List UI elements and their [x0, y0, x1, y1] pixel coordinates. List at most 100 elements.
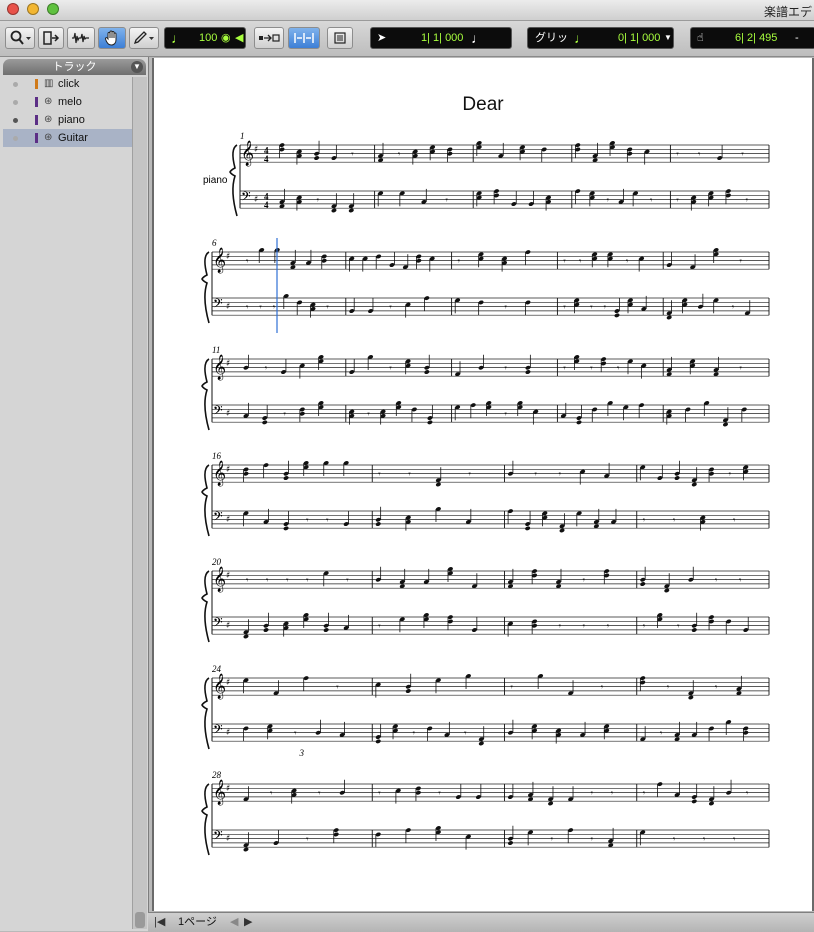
grid-note-icon: ♩	[574, 30, 588, 46]
instrument-track-icon: ⊛	[44, 132, 53, 143]
note-head	[348, 208, 354, 213]
bass-clef: 𝄢	[241, 189, 251, 207]
rest: 𝄾	[505, 303, 508, 313]
note-head	[243, 847, 249, 852]
note-head	[664, 588, 670, 593]
rest: 𝄾	[468, 470, 471, 480]
rest: 𝄾	[389, 303, 392, 313]
rest: 𝄾	[306, 835, 309, 845]
key-signature-sharp: ♯	[226, 571, 230, 581]
pencil-tool-button[interactable]	[129, 27, 159, 49]
score-page[interactable]: Dear 1 piano 𝄞 ♯ 𝄢 ♯ 4 4 4 4 𝄾 𝄾 𝄾 𝄾 𝄾 𝄾 𝄾 𝄾 𝄾 𝄾 𝄾 6 𝄞 ♯ 𝄢 ♯ 𝄾 𝄾 𝄾 𝄾 𝄾…	[152, 58, 812, 911]
rest: 𝄾	[703, 835, 706, 845]
next-page-icon[interactable]: ▶	[244, 913, 252, 931]
spacing-tool-button[interactable]	[288, 27, 320, 49]
note-head	[525, 370, 531, 375]
note-head	[559, 528, 565, 533]
bass-clef: 𝄢	[213, 828, 223, 846]
note-head	[525, 526, 531, 531]
prev-page-icon[interactable]: ◀	[230, 913, 238, 931]
tempo-display[interactable]: ♩ 100 ◉ ◀	[164, 27, 246, 49]
bass-clef: 𝄢	[213, 296, 223, 314]
note-head	[283, 476, 289, 481]
measure-number: 1	[240, 131, 245, 141]
rest: 𝄾	[626, 257, 629, 267]
rest: 𝄾	[286, 576, 289, 586]
track-color-bar	[35, 97, 38, 107]
grabber-tool-button[interactable]	[98, 27, 126, 49]
eighth-note-icon: ♩	[471, 30, 485, 46]
zoom-tool-button[interactable]	[5, 27, 35, 49]
key-signature-sharp: ♯	[226, 302, 230, 312]
bass-clef: 𝄢	[213, 615, 223, 633]
record-enable-indicator[interactable]	[13, 118, 18, 123]
link-selection-button[interactable]	[254, 27, 284, 49]
instrument-label: piano	[203, 175, 228, 186]
track-item-click[interactable]: ▥ click	[3, 75, 132, 93]
score-notation[interactable]: 1piano𝄞 ♯𝄢 ♯4444𝄾𝄾𝄾𝄾 𝄾 𝄾𝄾 𝄾 𝄾𝄾 𝄾6𝄞 ♯𝄢 ♯𝄾𝄾 𝄾 𝄾 𝄾 𝄾𝄾𝄾𝄾 𝄾…	[154, 58, 812, 911]
rest: 𝄾	[378, 470, 381, 480]
trim-tool-button[interactable]	[38, 27, 64, 49]
magnifier-icon	[10, 30, 31, 45]
note-head	[722, 422, 729, 427]
rest: 𝄾	[677, 622, 680, 632]
measure-number: 28	[212, 770, 222, 780]
time-signature-bottom: 4	[264, 200, 269, 210]
note-head	[243, 634, 249, 639]
status-bar: |◀ 1ページ ◀ ▶	[148, 912, 814, 932]
grand-staff-brace	[201, 251, 210, 324]
grand-staff-brace	[201, 677, 210, 750]
note-head	[375, 522, 381, 527]
track-item-melo[interactable]: ⊛ melo	[3, 93, 132, 111]
window-titlebar: 楽譜エデ	[0, 0, 814, 21]
list-view-button[interactable]	[327, 27, 353, 49]
track-list-menu-button[interactable]: ▼	[131, 61, 143, 73]
rest: 𝄾	[367, 410, 370, 420]
rest: 𝄾	[590, 303, 593, 313]
record-enable-indicator[interactable]	[13, 82, 18, 87]
rest: 𝄾	[676, 196, 679, 206]
rest: 𝄾	[746, 196, 749, 206]
key-signature-sharp: ♯	[226, 621, 230, 631]
note-head	[331, 208, 337, 213]
track-list-panel: トラック ▼ ▥ click ⊛ melo ⊛ piano ⊛ Guitar	[0, 57, 149, 931]
zoom-window-button[interactable]	[47, 3, 59, 15]
main-counter-display[interactable]: ➤ 1| 1| 000 ♩	[370, 27, 512, 49]
cursor-position-display[interactable]: ☝ 6| 2| 495 -	[690, 27, 814, 49]
rest: 𝄾	[611, 789, 614, 799]
treble-clef: 𝄞	[213, 779, 226, 805]
rest: 𝄾	[715, 576, 718, 586]
track-color-bar	[35, 133, 38, 143]
track-item-piano[interactable]: ⊛ piano	[3, 111, 132, 129]
bass-clef: 𝄢	[213, 509, 223, 527]
grid-selector[interactable]: グリッ ♩ 0| 1| 000 ▼	[527, 27, 674, 49]
rest: 𝄾	[563, 364, 566, 374]
note-head	[262, 420, 268, 425]
spacing-icon	[294, 33, 314, 43]
note-head	[708, 801, 714, 806]
treble-clef: 𝄞	[213, 566, 226, 592]
first-page-icon[interactable]: |◀	[154, 913, 165, 931]
note-head	[688, 695, 694, 700]
record-enable-indicator[interactable]	[13, 100, 18, 105]
note-head	[614, 313, 620, 318]
rest: 𝄾	[266, 576, 269, 586]
close-window-button[interactable]	[7, 3, 19, 15]
rest: 𝄾	[676, 150, 679, 160]
track-name: Guitar	[58, 132, 88, 144]
rest: 𝄾	[438, 789, 441, 799]
note-head	[375, 739, 381, 744]
track-item-guitar[interactable]: ⊛ Guitar	[3, 129, 132, 147]
rest: 𝄾	[563, 257, 566, 267]
record-enable-indicator[interactable]	[13, 136, 18, 141]
rest: 𝄾	[446, 196, 449, 206]
minimize-window-button[interactable]	[27, 3, 39, 15]
rest: 𝄾	[535, 470, 538, 480]
track-list-scrollbar[interactable]	[132, 77, 147, 929]
selector-tool-button[interactable]	[67, 27, 95, 49]
rest: 𝄾	[617, 364, 620, 374]
scrollbar-thumb[interactable]	[135, 912, 145, 928]
key-signature-sharp: ♯	[226, 252, 230, 262]
key-signature-sharp: ♯	[226, 834, 230, 844]
measure-number: 16	[212, 451, 222, 461]
